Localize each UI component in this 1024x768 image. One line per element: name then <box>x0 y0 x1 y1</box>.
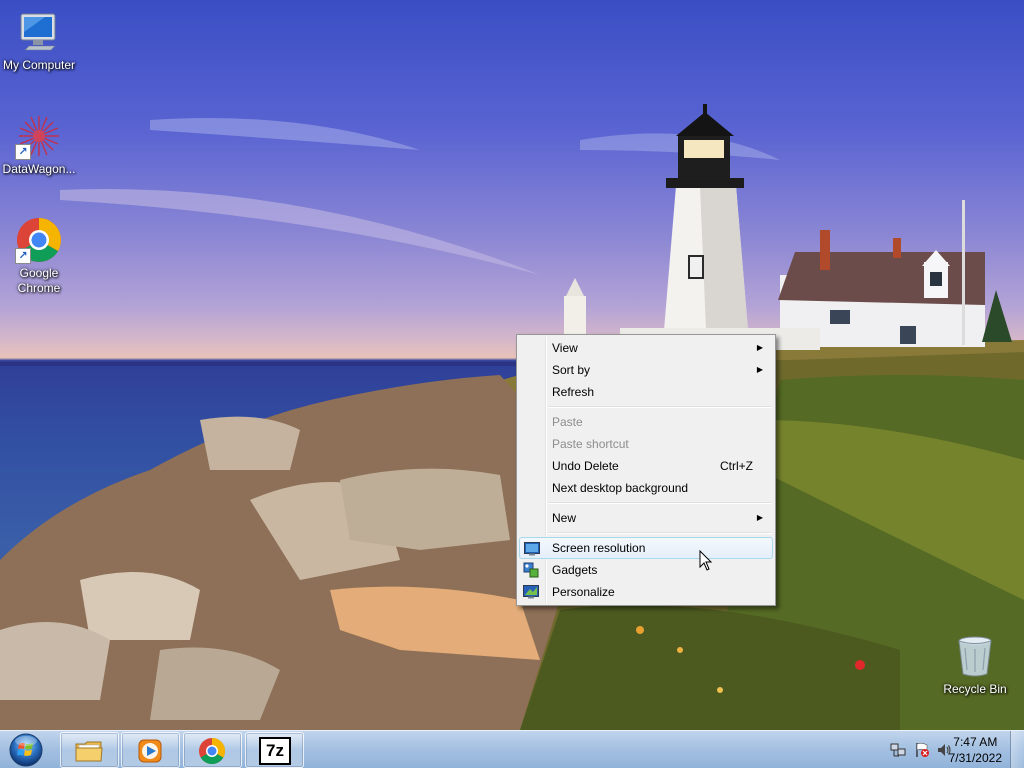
desktop-icon-google-chrome[interactable]: ↗ Google Chrome <box>0 216 78 296</box>
media-player-icon <box>138 739 162 763</box>
menu-item-screen-resolution[interactable]: Screen resolution <box>519 537 773 559</box>
shortcut-arrow-icon: ↗ <box>15 248 31 264</box>
menu-item-label: Gadgets <box>552 563 598 577</box>
windows-orb-icon <box>9 733 43 767</box>
menu-item-label: Paste <box>552 415 583 429</box>
start-button[interactable] <box>4 732 50 768</box>
chrome-icon: ↗ <box>15 216 63 264</box>
chrome-icon <box>199 737 226 765</box>
personalize-icon <box>523 585 539 599</box>
menu-item-gadgets[interactable]: Gadgets <box>519 559 773 581</box>
menu-item-label: Paste shortcut <box>552 437 629 451</box>
menu-item-paste-shortcut: Paste shortcut <box>519 433 773 455</box>
taskbar-button-7zip[interactable]: 7z <box>245 732 304 768</box>
desktop-icon-label: Recycle Bin <box>943 682 1007 696</box>
7zip-icon: 7z <box>259 737 291 765</box>
taskbar-button-windows-explorer[interactable] <box>60 732 119 768</box>
network-icon[interactable] <box>890 742 906 758</box>
menu-item-shortcut: Ctrl+Z <box>720 459 753 473</box>
recycle-bin-icon <box>951 632 999 680</box>
desktop-icon-label: Google Chrome <box>17 266 61 295</box>
menu-separator <box>519 499 773 507</box>
gadgets-icon <box>523 562 539 578</box>
show-desktop-button[interactable] <box>1010 731 1024 768</box>
clock-date: 7/31/2022 <box>948 751 1002 765</box>
desktop-icon-label: DataWagon... <box>2 162 76 176</box>
desktop-icon-recycle-bin[interactable]: Recycle Bin <box>936 632 1014 697</box>
menu-item-next-desktop-background[interactable]: Next desktop background <box>519 477 773 499</box>
menu-item-label: Undo Delete <box>552 459 619 473</box>
shortcut-arrow-icon: ↗ <box>15 144 31 160</box>
desktop-context-menu: View ▶ Sort by ▶ Refresh Paste Paste sho… <box>516 334 776 606</box>
taskbar: 7z 7:47 AM 7/31/2022 <box>0 730 1024 768</box>
action-center-flag-icon[interactable] <box>914 742 930 758</box>
submenu-arrow-icon: ▶ <box>756 365 763 374</box>
system-tray: 7:47 AM 7/31/2022 <box>854 731 1024 768</box>
menu-item-sort-by[interactable]: Sort by ▶ <box>519 359 773 381</box>
datawagon-icon: ↗ <box>15 112 63 160</box>
desktop-icon-my-computer[interactable]: My Computer <box>0 8 78 73</box>
submenu-arrow-icon: ▶ <box>756 343 763 352</box>
menu-item-label: Refresh <box>552 385 595 399</box>
taskbar-clock[interactable]: 7:47 AM 7/31/2022 <box>949 734 1002 766</box>
menu-item-label: View <box>552 341 578 355</box>
desktop-icon-datawagon[interactable]: ↗ DataWagon... <box>0 112 78 177</box>
menu-item-paste: Paste <box>519 411 773 433</box>
menu-item-refresh[interactable]: Refresh <box>519 381 773 403</box>
menu-item-view[interactable]: View ▶ <box>519 337 773 359</box>
submenu-arrow-icon: ▶ <box>756 513 763 522</box>
wallpaper <box>0 104 1024 730</box>
menu-separator <box>519 403 773 411</box>
menu-item-label: Personalize <box>552 585 615 599</box>
screen-resolution-icon <box>524 542 540 556</box>
menu-item-label: New <box>552 511 577 525</box>
desktop[interactable]: My Computer ↗ DataWagon... ↗ Google Chro… <box>0 0 1024 730</box>
mouse-cursor-icon <box>699 550 713 571</box>
menu-item-label: Sort by <box>552 363 591 377</box>
taskbar-button-google-chrome[interactable] <box>183 732 242 768</box>
menu-item-personalize[interactable]: Personalize <box>519 581 773 603</box>
menu-separator <box>519 529 773 537</box>
menu-item-new[interactable]: New ▶ <box>519 507 773 529</box>
folder-icon <box>75 741 103 762</box>
computer-icon <box>15 8 63 56</box>
taskbar-button-media-player[interactable] <box>121 732 180 768</box>
desktop-icon-label: My Computer <box>2 58 76 72</box>
menu-item-undo-delete[interactable]: Undo Delete Ctrl+Z <box>519 455 773 477</box>
menu-item-label: Next desktop background <box>552 481 689 495</box>
menu-item-label: Screen resolution <box>552 541 646 555</box>
clock-time: 7:47 AM <box>953 735 998 749</box>
